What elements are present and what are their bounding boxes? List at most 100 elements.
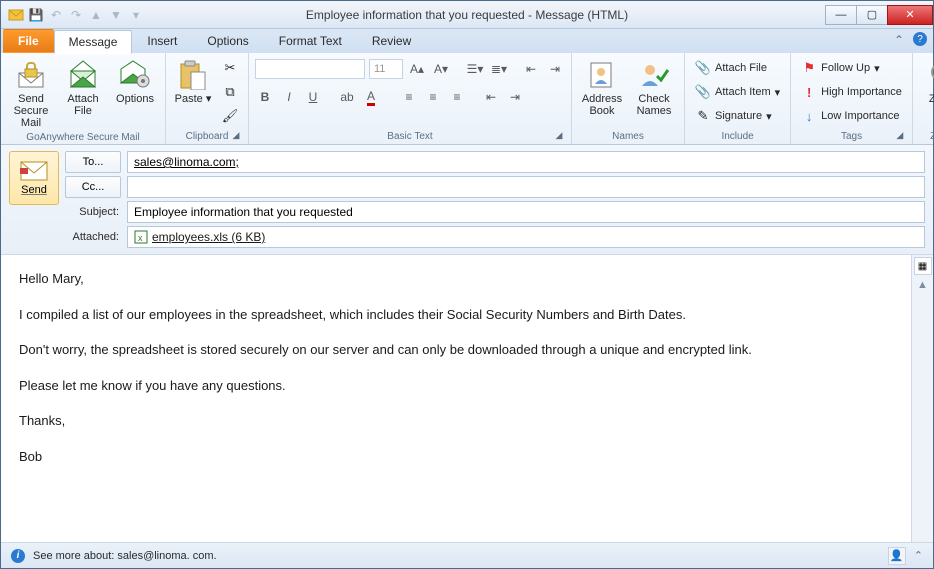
message-body-editor[interactable]: Hello Mary, I compiled a list of our emp…	[1, 255, 911, 542]
send-secure-mail-label: Send Secure Mail	[9, 93, 53, 129]
outlook-icon	[7, 6, 25, 24]
group-basic-text-label: Basic Text◢	[255, 130, 565, 142]
follow-up-button[interactable]: ⚑Follow Up ▾	[797, 57, 906, 79]
next-item-icon[interactable]: ▼	[107, 6, 125, 24]
increase-indent2-icon[interactable]: ⇥	[505, 87, 525, 107]
help-icon[interactable]: ?	[913, 32, 927, 46]
tab-options[interactable]: Options	[192, 29, 263, 53]
low-importance-button[interactable]: ↓Low Importance	[797, 105, 906, 127]
minimize-button[interactable]: —	[825, 5, 857, 25]
align-center-icon[interactable]: ≡	[423, 87, 443, 107]
to-button[interactable]: To...	[65, 151, 121, 173]
prev-item-icon[interactable]: ▲	[87, 6, 105, 24]
shrink-font-icon[interactable]: A▾	[431, 59, 451, 79]
redo-icon[interactable]: ↷	[67, 6, 85, 24]
address-book-icon	[586, 59, 618, 91]
group-tags: ⚑Follow Up ▾ !High Importance ↓Low Impor…	[791, 53, 913, 144]
paste-button[interactable]: Paste ▾	[172, 57, 214, 107]
attach-item-button[interactable]: 📎Attach Item ▾	[691, 81, 784, 103]
chevron-down-icon: ▾	[874, 62, 880, 75]
tab-insert[interactable]: Insert	[132, 29, 192, 53]
tab-file[interactable]: File	[3, 29, 54, 53]
copy-icon: ⧉	[222, 84, 238, 100]
zoom-button[interactable]: Zoom	[919, 57, 934, 107]
subject-field[interactable]: Employee information that you requested	[127, 201, 925, 223]
attached-field[interactable]: x employees.xls (6 KB)	[127, 226, 925, 248]
font-size-select[interactable]: 11	[369, 59, 403, 79]
tab-message[interactable]: Message	[54, 30, 133, 54]
font-family-select[interactable]	[255, 59, 365, 79]
flag-icon: ⚑	[801, 60, 817, 76]
cut-button[interactable]: ✂	[218, 57, 242, 79]
scroll-up-icon[interactable]: ▲	[917, 279, 928, 291]
save-icon[interactable]: 💾	[27, 6, 45, 24]
title-bar: 💾 ↶ ↷ ▲ ▼ ▾ Employee information that yo…	[1, 1, 933, 29]
secure-attach-file-button[interactable]: Attach File	[59, 57, 107, 119]
decrease-indent-icon[interactable]: ⇤	[521, 59, 541, 79]
align-right-icon[interactable]: ≡	[447, 87, 467, 107]
increase-indent-icon[interactable]: ⇥	[545, 59, 565, 79]
decrease-indent2-icon[interactable]: ⇤	[481, 87, 501, 107]
tab-review[interactable]: Review	[357, 29, 426, 53]
high-importance-icon: !	[801, 84, 817, 100]
body-paragraph: Thanks,	[19, 411, 893, 431]
bold-button[interactable]: B	[255, 87, 275, 107]
status-text[interactable]: See more about: sales@linoma. com.	[33, 550, 217, 562]
tags-launcher-icon[interactable]: ◢	[894, 130, 906, 142]
message-header: Send To... sales@linoma.com; Cc... Subje…	[1, 145, 933, 255]
font-color-icon[interactable]: A	[361, 87, 381, 107]
subject-label: Subject:	[65, 206, 121, 218]
high-importance-button[interactable]: !High Importance	[797, 81, 906, 103]
format-painter-button[interactable]: 🖌	[218, 105, 242, 127]
maximize-button[interactable]: ▢	[856, 5, 888, 25]
check-names-button[interactable]: Check Names	[630, 57, 678, 119]
align-left-icon[interactable]: ≡	[399, 87, 419, 107]
vertical-gutter: ▦ ▲	[911, 255, 933, 542]
attachment-item[interactable]: x employees.xls (6 KB)	[134, 230, 265, 244]
outlook-message-window: 💾 ↶ ↷ ▲ ▼ ▾ Employee information that yo…	[0, 0, 934, 569]
numbering-icon[interactable]: ≣▾	[489, 59, 509, 79]
bullets-icon[interactable]: ☰▾	[465, 59, 485, 79]
close-button[interactable]: ✕	[887, 5, 933, 25]
to-field[interactable]: sales@linoma.com;	[127, 151, 925, 173]
tab-format-text[interactable]: Format Text	[264, 29, 357, 53]
address-book-button[interactable]: Address Book	[578, 57, 626, 119]
expand-people-pane-icon[interactable]: ⌃	[914, 549, 923, 562]
cc-field[interactable]	[127, 176, 925, 198]
group-goanywhere-label: GoAnywhere Secure Mail	[7, 131, 159, 143]
undo-icon[interactable]: ↶	[47, 6, 65, 24]
cc-button[interactable]: Cc...	[65, 176, 121, 198]
highlight-icon[interactable]: ab	[337, 87, 357, 107]
signature-button[interactable]: ✎Signature ▾	[691, 105, 784, 127]
grow-font-icon[interactable]: A▴	[407, 59, 427, 79]
format-painter-icon: 🖌	[222, 108, 238, 124]
secure-options-button[interactable]: Options	[111, 57, 159, 107]
group-zoom: Zoom Zoom	[913, 53, 934, 144]
copy-button[interactable]: ⧉	[218, 81, 242, 103]
italic-button[interactable]: I	[279, 87, 299, 107]
body-paragraph: Hello Mary,	[19, 269, 893, 289]
send-secure-mail-button[interactable]: Send Secure Mail	[7, 57, 55, 131]
body-paragraph: I compiled a list of our employees in th…	[19, 305, 893, 325]
envelope-gear-icon	[119, 59, 151, 91]
attach-file-button[interactable]: 📎Attach File	[691, 57, 784, 79]
group-clipboard-label: Clipboard◢	[172, 130, 242, 142]
ruler-toggle-icon[interactable]: ▦	[914, 257, 932, 275]
message-body-container: Hello Mary, I compiled a list of our emp…	[1, 255, 933, 542]
check-names-label: Check Names	[632, 93, 676, 117]
qat-customize-icon[interactable]: ▾	[127, 6, 145, 24]
clipboard-launcher-icon[interactable]: ◢	[230, 130, 242, 142]
secure-attach-file-label: Attach File	[61, 93, 105, 117]
zoom-icon	[927, 59, 934, 91]
secure-options-label: Options	[116, 93, 154, 105]
group-names-label: Names	[578, 130, 678, 142]
send-button[interactable]: Send	[9, 151, 59, 205]
minimize-ribbon-icon[interactable]: ⌃	[891, 32, 907, 48]
basic-text-launcher-icon[interactable]: ◢	[553, 130, 565, 142]
excel-file-icon: x	[134, 230, 148, 244]
underline-button[interactable]: U	[303, 87, 323, 107]
paperclip-icon: 📎	[695, 60, 711, 76]
ribbon: Send Secure Mail Attach File Options GoA…	[1, 53, 933, 145]
send-label: Send	[21, 184, 47, 196]
contact-avatar-icon[interactable]: 👤	[888, 547, 906, 565]
